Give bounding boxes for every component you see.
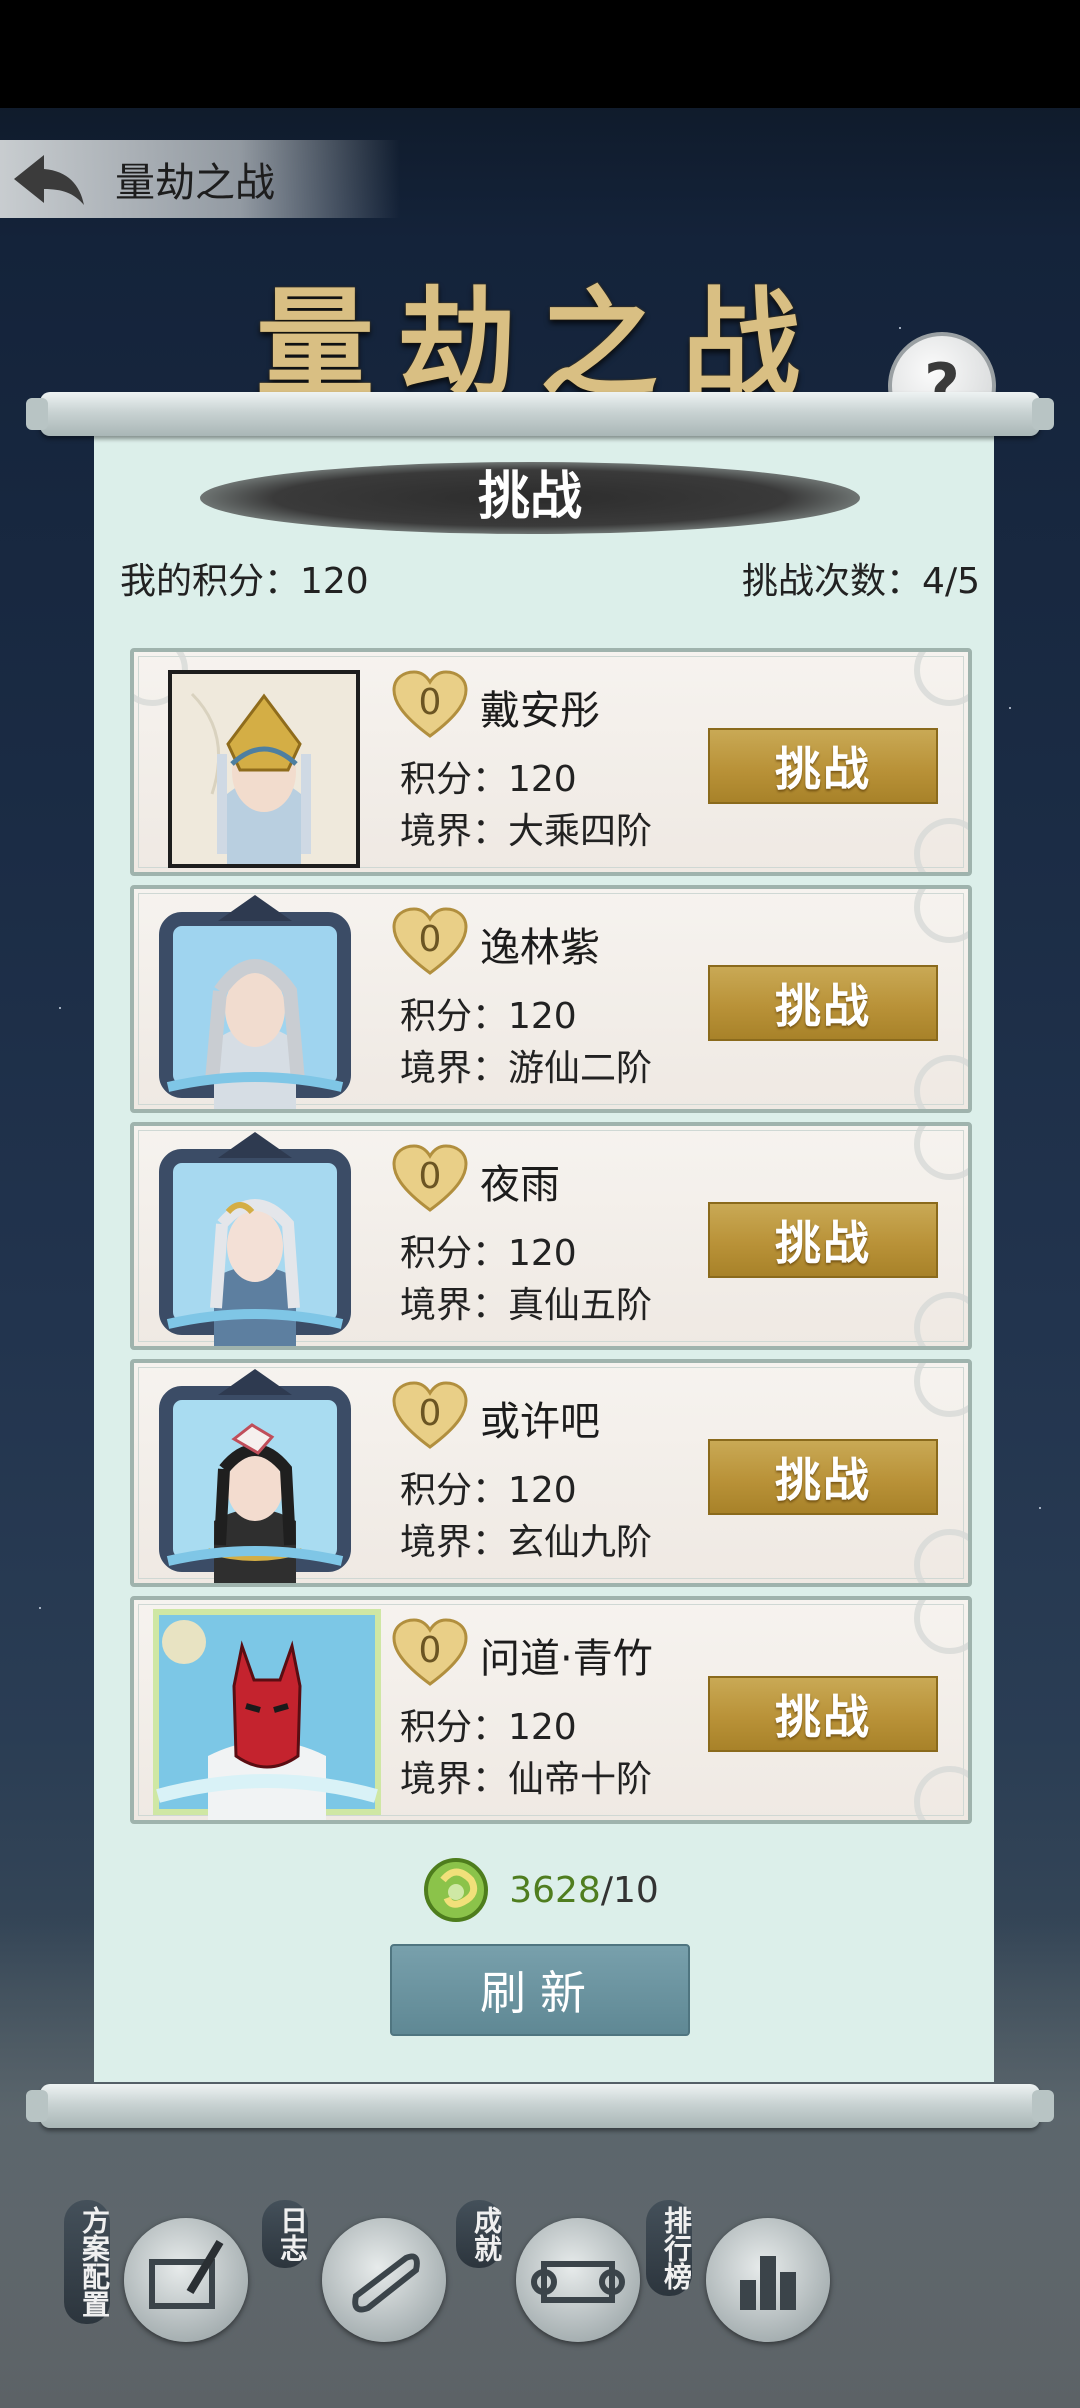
opponent-realm: 境界：真仙五阶 [400, 1285, 653, 1326]
challenge-button[interactable]: 挑战 [708, 1676, 938, 1752]
status-bar [0, 0, 1080, 108]
nav-plan-config[interactable]: 方案配置 [64, 2190, 248, 2360]
nav-label: 日志 [262, 2200, 309, 2268]
opponent-score: 积分：120 [400, 1707, 577, 1748]
opponent-avatar[interactable] [142, 1606, 392, 1820]
back-arrow-icon [13, 155, 84, 205]
challenge-count: 挑战次数：4/5 [742, 561, 980, 602]
nav-label: 成就 [456, 2200, 503, 2268]
opponent-card: 0 问道·青竹 积分：120 境界：仙帝十阶 挑战 [130, 1596, 972, 1824]
opponent-realm: 境界：玄仙九阶 [400, 1522, 653, 1563]
like-count: 0 [418, 682, 442, 723]
cloud-ornament [914, 1529, 968, 1583]
opponent-realm: 境界：游仙二阶 [400, 1048, 653, 1089]
currency-amount: 3628 [509, 1869, 601, 1911]
opponent-name: 逸林紫 [480, 925, 600, 971]
page-title: 量劫之战 [115, 160, 275, 206]
bottom-nav: 方案配置 日志 成就 排行榜 [0, 2190, 1080, 2360]
challenge-button[interactable]: 挑战 [708, 965, 938, 1041]
bar-chart-icon [740, 2256, 796, 2310]
nav-label: 方案配置 [64, 2200, 111, 2324]
currency-cost: /10 [600, 1869, 659, 1911]
opponent-card: 0 戴安彤 积分：120 境界：大乘四阶 挑战 [130, 648, 972, 876]
cloud-ornament [914, 1600, 968, 1654]
opponent-name: 或许吧 [480, 1399, 600, 1445]
challenge-button[interactable]: 挑战 [708, 728, 938, 804]
opponent-avatar[interactable] [148, 891, 362, 1109]
cloud-ornament [914, 652, 968, 706]
my-score: 我的积分：120 [120, 561, 369, 602]
opponent-score: 积分：120 [400, 1233, 577, 1274]
opponent-list: 0 戴安彤 积分：120 境界：大乘四阶 挑战 0 逸林紫 积分：120 境界：… [130, 648, 972, 1833]
cloud-ornament [914, 1055, 968, 1109]
like-count: 0 [418, 919, 442, 960]
opponent-card: 0 逸林紫 积分：120 境界：游仙二阶 挑战 [130, 885, 972, 1113]
opponent-score: 积分：120 [400, 1470, 577, 1511]
nav-label: 排行榜 [646, 2200, 693, 2296]
jade-coin-icon [424, 1858, 489, 1922]
scroll-brush-icon [149, 2239, 224, 2309]
scroll-roll-icon [352, 2253, 420, 2313]
like-count: 0 [418, 1156, 442, 1197]
opponent-name: 夜雨 [480, 1162, 560, 1208]
scroll-rod-bottom [26, 2084, 1054, 2128]
nav-leaderboard[interactable]: 排行榜 [646, 2190, 830, 2360]
nav-log[interactable]: 日志 [262, 2190, 446, 2360]
panel-header: 挑战 [200, 454, 880, 540]
opponent-card: 0 或许吧 积分：120 境界：玄仙九阶 挑战 [130, 1359, 972, 1587]
back-button[interactable] [0, 140, 95, 218]
top-bar: 量劫之战 [0, 140, 400, 218]
open-scroll-icon [531, 2261, 625, 2303]
opponent-name: 问道·青竹 [480, 1636, 653, 1682]
like-count: 0 [418, 1630, 442, 1671]
cloud-ornament [914, 1766, 968, 1820]
opponent-card: 0 夜雨 积分：120 境界：真仙五阶 挑战 [130, 1122, 972, 1350]
opponent-score: 积分：120 [400, 996, 577, 1037]
scroll-rod-top [26, 392, 1054, 436]
cloud-ornament [914, 1292, 968, 1346]
cloud-ornament [914, 1363, 968, 1417]
panel-title: 挑战 [477, 467, 582, 527]
opponent-avatar[interactable] [148, 1365, 362, 1583]
like-count: 0 [418, 1393, 442, 1434]
refresh-button[interactable]: 刷新 [390, 1944, 690, 2036]
opponent-avatar[interactable] [148, 1128, 362, 1346]
nav-achievement[interactable]: 成就 [456, 2190, 640, 2360]
cloud-ornament [914, 818, 968, 872]
opponent-avatar[interactable] [168, 670, 360, 868]
challenge-button[interactable]: 挑战 [708, 1202, 938, 1278]
opponent-realm: 境界：大乘四阶 [400, 811, 653, 852]
opponent-score: 积分：120 [400, 759, 577, 800]
cloud-ornament [914, 889, 968, 943]
opponent-name: 戴安彤 [480, 688, 600, 734]
opponent-realm: 境界：仙帝十阶 [400, 1759, 653, 1800]
refresh-cost: 3628/10 [0, 1850, 1080, 1930]
cloud-ornament [914, 1126, 968, 1180]
challenge-button[interactable]: 挑战 [708, 1439, 938, 1515]
